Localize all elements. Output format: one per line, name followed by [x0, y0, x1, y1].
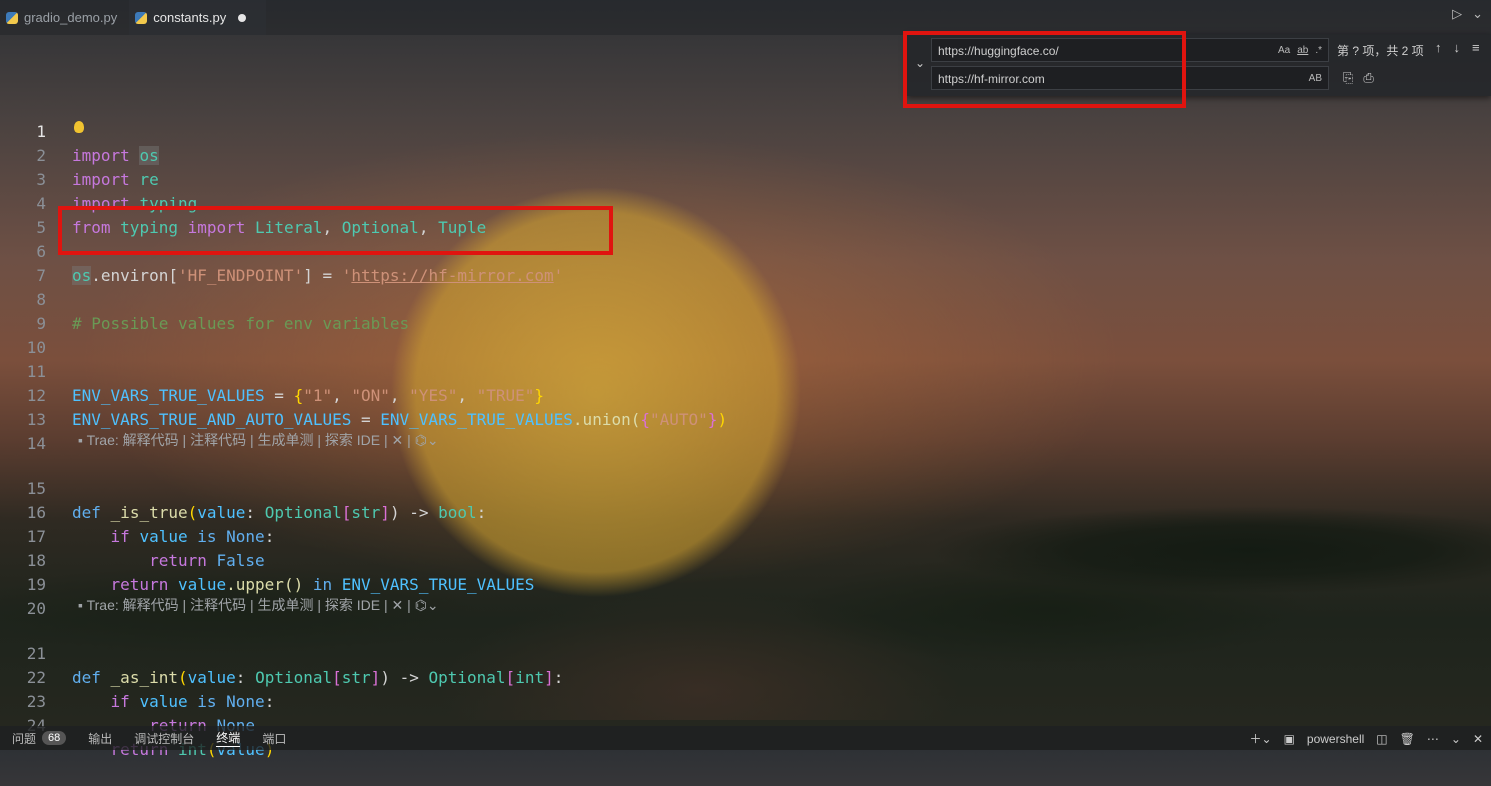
find-options: Aa ab .*: [1278, 39, 1322, 63]
find-navigation: ↑ ↓ ≡: [1435, 40, 1480, 55]
code-line: 3 import typing: [0, 144, 1491, 213]
split-terminal-icon[interactable]: ◫: [1376, 732, 1387, 746]
trash-icon[interactable]: 🗑: [1400, 732, 1415, 746]
next-match-icon[interactable]: ↓: [1454, 40, 1461, 55]
run-toolbar: ▷ ⌄: [1452, 6, 1483, 22]
code-line: 8 # Possible values for env variables: [0, 264, 1491, 333]
toggle-replace-chevron-icon[interactable]: ⌄: [915, 56, 925, 70]
code-line: 2 import re: [0, 120, 1491, 189]
new-terminal-icon[interactable]: ＋⌄: [1250, 730, 1272, 747]
panel-tab-problems[interactable]: 问题 68: [12, 730, 67, 747]
replace-all-icon[interactable]: ⎙: [1363, 70, 1373, 86]
code-line: 18 return value.upper() in ENV_VARS_TRUE…: [0, 525, 1491, 594]
terminal-actions: ＋⌄ ▣ powershell ◫ 🗑 ⋯ ⌄ ✕: [1250, 730, 1483, 747]
code-line: 9: [0, 288, 1491, 333]
code-line: 14: [0, 408, 1491, 453]
code-line: 4 from typing import Literal, Optional, …: [0, 168, 1491, 237]
replace-input[interactable]: https://hf-mirror.com AB: [931, 66, 1329, 90]
code-line: 19: [0, 549, 1491, 594]
find-replace-widget: ⌄ https://huggingface.co/ Aa ab .* https…: [907, 34, 1491, 96]
unsaved-dot-icon[interactable]: [238, 13, 247, 22]
editor-tab-bar: gradio_demo.py constants.py ▷ ⌄: [0, 0, 1491, 35]
chevron-down-icon[interactable]: ⌄: [1451, 732, 1461, 746]
code-line: 5: [0, 192, 1491, 237]
chevron-down-icon[interactable]: ⌄: [1472, 6, 1483, 22]
python-file-icon: [135, 11, 148, 24]
terminal-icon: ▣: [1283, 731, 1295, 746]
code-line: 21 def _as_int(value: Optional[str]) -> …: [0, 618, 1491, 687]
code-line: 13: [0, 384, 1491, 429]
find-match-status: 第 ? 项，共 2 项: [1337, 44, 1424, 58]
codelens-text: Trae: 解释代码 | 注释代码 | 生成单测 | 探索 IDE | ✕ |: [86, 432, 411, 448]
preserve-case-icon[interactable]: AB: [1309, 67, 1322, 91]
code-line: 17 return False: [0, 501, 1491, 570]
ai-assistant-icon: ▪: [78, 597, 83, 613]
more-actions-icon[interactable]: ⋯: [1427, 732, 1439, 746]
code-line: 7: [0, 240, 1491, 285]
terminal-name[interactable]: powershell: [1307, 732, 1364, 746]
python-file-icon: [6, 11, 18, 24]
lightbulb-icon[interactable]: [74, 121, 84, 133]
code-line: 1 import os: [0, 96, 1491, 165]
close-icon[interactable]: ✕: [1473, 732, 1483, 746]
panel-tab-ports[interactable]: 端口: [262, 730, 286, 747]
ai-assistant-icon: ▪: [78, 432, 83, 448]
panel-tab-debug-console[interactable]: 调试控制台: [134, 730, 194, 747]
regex-icon[interactable]: .*: [1315, 39, 1322, 63]
panel-tab-terminal[interactable]: 终端: [216, 729, 241, 747]
code-editor[interactable]: 1 import os 2 import re 3 import typing …: [0, 96, 1491, 759]
problems-count-badge: 68: [42, 731, 67, 745]
replace-actions: ⎘ ⎙: [1343, 70, 1374, 86]
code-line: 10: [0, 312, 1491, 357]
find-in-selection-icon[interactable]: ≡: [1472, 40, 1480, 55]
tab-label: constants.py: [153, 10, 227, 25]
match-case-icon[interactable]: Aa: [1278, 39, 1290, 63]
trae-codelens[interactable]: ▪ Trae: 解释代码 | 注释代码 | 生成单测 | 探索 IDE | ✕ …: [78, 595, 439, 615]
code-line: 11 ENV_VARS_TRUE_VALUES = {"1", "ON", "Y…: [0, 336, 1491, 405]
code-line: 16 if value is None:: [0, 477, 1491, 546]
replace-options: AB: [1309, 67, 1322, 91]
previous-match-icon[interactable]: ↑: [1435, 40, 1442, 55]
panel-tab-label: 问题: [12, 731, 37, 746]
tab-gradio-demo[interactable]: gradio_demo.py: [0, 0, 129, 35]
code-line: 23 return None: [0, 666, 1491, 735]
code-line: 6 os.environ['HF_ENDPOINT'] = 'https://h…: [0, 216, 1491, 285]
trae-logo-icon[interactable]: ⌬⌄: [415, 432, 439, 448]
code-line: 12 ENV_VARS_TRUE_AND_AUTO_VALUES = ENV_V…: [0, 360, 1491, 429]
bottom-panel-tabs: 问题 68 输出 调试控制台 终端 端口 ＋⌄ ▣ powershell ◫ 🗑…: [0, 726, 1491, 750]
run-icon[interactable]: ▷: [1452, 6, 1462, 22]
replace-icon[interactable]: ⎘: [1343, 70, 1353, 86]
trae-codelens[interactable]: ▪ Trae: 解释代码 | 注释代码 | 生成单测 | 探索 IDE | ✕ …: [78, 430, 439, 450]
find-input[interactable]: https://huggingface.co/ Aa ab .*: [931, 38, 1329, 62]
match-whole-word-icon[interactable]: ab: [1297, 39, 1308, 63]
replace-input-value: https://hf-mirror.com: [938, 72, 1045, 86]
code-line: 15 def _is_true(value: Optional[str]) ->…: [0, 453, 1491, 522]
panel-tab-output[interactable]: 输出: [88, 730, 112, 747]
code-line: 22 if value is None:: [0, 642, 1491, 711]
tab-label: gradio_demo.py: [24, 10, 118, 25]
tab-constants[interactable]: constants.py: [129, 0, 267, 35]
code-line: 20: [0, 573, 1491, 618]
trae-logo-icon[interactable]: ⌬⌄: [415, 597, 439, 613]
codelens-text: Trae: 解释代码 | 注释代码 | 生成单测 | 探索 IDE | ✕ |: [86, 597, 411, 613]
find-input-value: https://huggingface.co/: [938, 44, 1059, 58]
code-line: 24 return int(value): [0, 690, 1491, 759]
